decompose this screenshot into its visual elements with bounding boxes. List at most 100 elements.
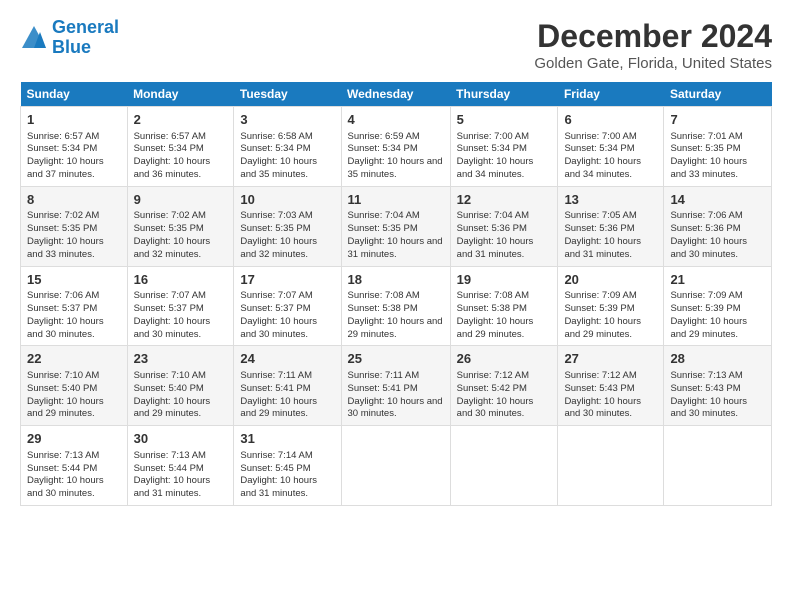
daylight-text: Daylight: 10 hours and 30 minutes. [564, 396, 641, 420]
sunrise-text: Sunrise: 7:11 AM [348, 370, 420, 381]
sunrise-text: Sunrise: 7:03 AM [240, 210, 312, 221]
daylight-text: Daylight: 10 hours and 30 minutes. [670, 236, 747, 260]
day-number: 21 [670, 271, 765, 289]
sunrise-text: Sunrise: 7:10 AM [27, 370, 99, 381]
day-number: 9 [134, 191, 228, 209]
sunrise-text: Sunrise: 7:12 AM [457, 370, 529, 381]
sunrise-text: Sunrise: 7:10 AM [134, 370, 206, 381]
sunset-text: Sunset: 5:39 PM [670, 303, 740, 314]
sunrise-text: Sunrise: 7:00 AM [457, 131, 529, 142]
calendar-cell: 28Sunrise: 7:13 AMSunset: 5:43 PMDayligh… [664, 346, 772, 426]
daylight-text: Daylight: 10 hours and 29 minutes. [27, 396, 104, 420]
calendar-cell: 14Sunrise: 7:06 AMSunset: 5:36 PMDayligh… [664, 186, 772, 266]
sunset-text: Sunset: 5:38 PM [348, 303, 418, 314]
day-number: 15 [27, 271, 121, 289]
day-number: 25 [348, 350, 444, 368]
calendar-cell: 7Sunrise: 7:01 AMSunset: 5:35 PMDaylight… [664, 107, 772, 187]
calendar-cell: 16Sunrise: 7:07 AMSunset: 5:37 PMDayligh… [127, 266, 234, 346]
calendar-cell: 13Sunrise: 7:05 AMSunset: 5:36 PMDayligh… [558, 186, 664, 266]
sunrise-text: Sunrise: 7:08 AM [348, 290, 420, 301]
sunset-text: Sunset: 5:43 PM [670, 383, 740, 394]
sunrise-text: Sunrise: 7:04 AM [348, 210, 420, 221]
daylight-text: Daylight: 10 hours and 33 minutes. [27, 236, 104, 260]
day-number: 28 [670, 350, 765, 368]
sunrise-text: Sunrise: 7:02 AM [27, 210, 99, 221]
daylight-text: Daylight: 10 hours and 34 minutes. [564, 156, 641, 180]
calendar-cell: 1Sunrise: 6:57 AMSunset: 5:34 PMDaylight… [21, 107, 128, 187]
calendar-cell: 2Sunrise: 6:57 AMSunset: 5:34 PMDaylight… [127, 107, 234, 187]
sunset-text: Sunset: 5:37 PM [27, 303, 97, 314]
calendar-cell: 20Sunrise: 7:09 AMSunset: 5:39 PMDayligh… [558, 266, 664, 346]
daylight-text: Daylight: 10 hours and 30 minutes. [27, 316, 104, 340]
day-header-saturday: Saturday [664, 82, 772, 107]
day-header-tuesday: Tuesday [234, 82, 341, 107]
week-row-2: 8Sunrise: 7:02 AM Sunset: 5:35 PM Daylight… [21, 186, 772, 266]
sunset-text: Sunset: 5:42 PM [457, 383, 527, 394]
day-number: 24 [240, 350, 334, 368]
calendar-cell: 30Sunrise: 7:13 AMSunset: 5:44 PMDayligh… [127, 426, 234, 506]
sunset-text: Sunset: 5:35 PM [27, 223, 97, 234]
daylight-text: Daylight: 10 hours and 35 minutes. [240, 156, 317, 180]
calendar-cell: 19Sunrise: 7:08 AMSunset: 5:38 PMDayligh… [450, 266, 558, 346]
daylight-text: Daylight: 10 hours and 31 minutes. [457, 236, 534, 260]
daylight-text: Daylight: 10 hours and 30 minutes. [670, 396, 747, 420]
calendar-cell: 25Sunrise: 7:11 AMSunset: 5:41 PMDayligh… [341, 346, 450, 426]
sunrise-text: Sunrise: 6:57 AM [27, 131, 99, 142]
sunset-text: Sunset: 5:37 PM [134, 303, 204, 314]
logo-blue: Blue [52, 37, 91, 57]
daylight-text: Daylight: 10 hours and 34 minutes. [457, 156, 534, 180]
calendar-header-row: SundayMondayTuesdayWednesdayThursdayFrid… [21, 82, 772, 107]
sunset-text: Sunset: 5:34 PM [564, 143, 634, 154]
day-number: 4 [348, 111, 444, 129]
calendar-cell: 23Sunrise: 7:10 AMSunset: 5:40 PMDayligh… [127, 346, 234, 426]
sunrise-text: Sunrise: 7:06 AM [27, 290, 99, 301]
sunrise-text: Sunrise: 7:09 AM [564, 290, 636, 301]
sunset-text: Sunset: 5:41 PM [240, 383, 310, 394]
sunrise-text: Sunrise: 7:14 AM [240, 450, 312, 461]
day-header-thursday: Thursday [450, 82, 558, 107]
day-number: 22 [27, 350, 121, 368]
day-number: 16 [134, 271, 228, 289]
daylight-text: Daylight: 10 hours and 29 minutes. [670, 316, 747, 340]
sunset-text: Sunset: 5:38 PM [457, 303, 527, 314]
sunset-text: Sunset: 5:36 PM [564, 223, 634, 234]
calendar-cell: 12Sunrise: 7:04 AMSunset: 5:36 PMDayligh… [450, 186, 558, 266]
sunrise-text: Sunrise: 7:13 AM [134, 450, 206, 461]
day-number: 27 [564, 350, 657, 368]
day-number: 26 [457, 350, 552, 368]
sunset-text: Sunset: 5:37 PM [240, 303, 310, 314]
calendar-cell: 22Sunrise: 7:10 AMSunset: 5:40 PMDayligh… [21, 346, 128, 426]
daylight-text: Daylight: 10 hours and 29 minutes. [240, 396, 317, 420]
daylight-text: Daylight: 10 hours and 36 minutes. [134, 156, 211, 180]
sunrise-text: Sunrise: 7:00 AM [564, 131, 636, 142]
week-row-4: 22Sunrise: 7:10 AMSunset: 5:40 PMDayligh… [21, 346, 772, 426]
sunset-text: Sunset: 5:44 PM [134, 463, 204, 474]
day-number: 18 [348, 271, 444, 289]
sunset-text: Sunset: 5:35 PM [348, 223, 418, 234]
calendar-cell: 15Sunrise: 7:06 AM Sunset: 5:37 PM Dayligh… [21, 266, 128, 346]
day-number: 8 [27, 191, 121, 209]
calendar-cell: 8Sunrise: 7:02 AM Sunset: 5:35 PM Daylight… [21, 186, 128, 266]
sunrise-text: Sunrise: 7:06 AM [670, 210, 742, 221]
page-container: General Blue December 2024 Golden Gate, … [0, 0, 792, 516]
sunrise-text: Sunrise: 7:01 AM [670, 131, 742, 142]
daylight-text: Daylight: 10 hours and 31 minutes. [348, 236, 443, 260]
calendar-cell: 21Sunrise: 7:09 AMSunset: 5:39 PMDayligh… [664, 266, 772, 346]
sunrise-text: Sunrise: 6:59 AM [348, 131, 420, 142]
daylight-text: Daylight: 10 hours and 29 minutes. [457, 316, 534, 340]
daylight-text: Daylight: 10 hours and 30 minutes. [240, 316, 317, 340]
daylight-text: Daylight: 10 hours and 29 minutes. [134, 396, 211, 420]
day-number: 11 [348, 191, 444, 209]
daylight-text: Daylight: 10 hours and 30 minutes. [348, 396, 443, 420]
daylight-text: Daylight: 10 hours and 30 minutes. [27, 475, 104, 499]
day-number: 17 [240, 271, 334, 289]
calendar-table: SundayMondayTuesdayWednesdayThursdayFrid… [20, 82, 772, 506]
sunset-text: Sunset: 5:45 PM [240, 463, 310, 474]
week-row-5: 29Sunrise: 7:13 AMSunset: 5:44 PMDayligh… [21, 426, 772, 506]
day-number: 5 [457, 111, 552, 129]
calendar-cell [558, 426, 664, 506]
sunrise-text: Sunrise: 6:57 AM [134, 131, 206, 142]
main-title: December 2024 [534, 18, 772, 55]
logo-text: General Blue [52, 18, 119, 58]
calendar-cell: 6Sunrise: 7:00 AMSunset: 5:34 PMDaylight… [558, 107, 664, 187]
